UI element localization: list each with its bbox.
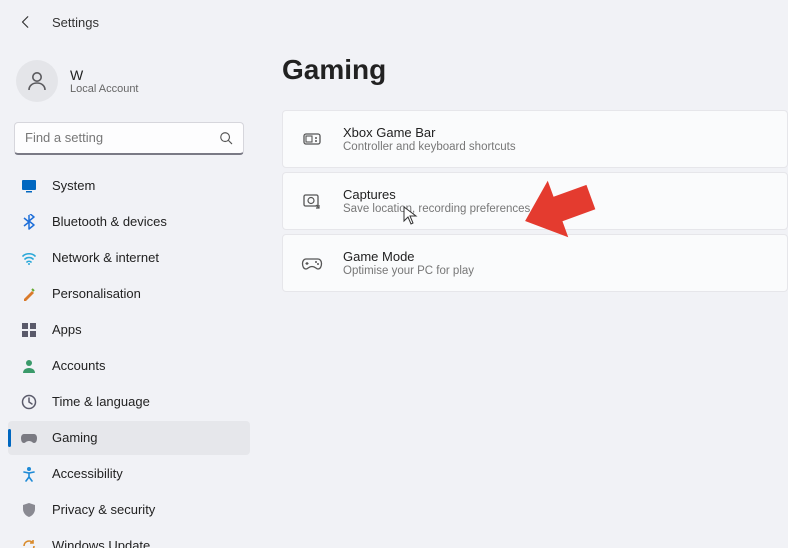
sidebar-item-personalisation[interactable]: Personalisation (8, 277, 250, 311)
settings-card-list: Xbox Game Bar Controller and keyboard sh… (282, 110, 788, 292)
shield-icon (20, 501, 38, 519)
sidebar-item-label: System (52, 178, 95, 193)
sidebar-item-label: Privacy & security (52, 502, 155, 517)
sidebar-item-label: Accessibility (52, 466, 123, 481)
sidebar-item-label: Apps (52, 322, 82, 337)
main-content: Gaming Xbox Game Bar Controller and keyb… (258, 44, 788, 548)
gaming-icon (20, 429, 38, 447)
card-title: Xbox Game Bar (343, 125, 516, 140)
sidebar-item-apps[interactable]: Apps (8, 313, 250, 347)
card-captures[interactable]: Captures Save location, recording prefer… (282, 172, 788, 230)
user-name: W (70, 67, 139, 83)
captures-icon (301, 190, 323, 212)
user-account-type: Local Account (70, 83, 139, 95)
xbox-game-bar-icon (301, 128, 323, 150)
sidebar-item-label: Personalisation (52, 286, 141, 301)
accounts-icon (20, 357, 38, 375)
game-mode-icon (301, 252, 323, 274)
sidebar-item-accessibility[interactable]: Accessibility (8, 457, 250, 491)
sidebar: W Local Account System Bluetooth & devic… (0, 44, 258, 548)
sidebar-item-bluetooth[interactable]: Bluetooth & devices (8, 205, 250, 239)
sidebar-item-gaming[interactable]: Gaming (8, 421, 250, 455)
search-box[interactable] (14, 122, 244, 155)
sidebar-item-accounts[interactable]: Accounts (8, 349, 250, 383)
avatar (16, 60, 58, 102)
sidebar-item-label: Bluetooth & devices (52, 214, 167, 229)
card-game-mode[interactable]: Game Mode Optimise your PC for play (282, 234, 788, 292)
sidebar-item-windows-update[interactable]: Windows Update (8, 529, 250, 548)
card-sub: Save location, recording preferences (343, 203, 530, 215)
accessibility-icon (20, 465, 38, 483)
card-sub: Optimise your PC for play (343, 265, 474, 277)
sidebar-item-label: Time & language (52, 394, 150, 409)
search-input[interactable] (25, 130, 219, 145)
bluetooth-icon (20, 213, 38, 231)
clock-icon (20, 393, 38, 411)
network-icon (20, 249, 38, 267)
sidebar-item-time-language[interactable]: Time & language (8, 385, 250, 419)
user-account-row[interactable]: W Local Account (8, 54, 250, 118)
page-title: Gaming (282, 54, 788, 86)
sidebar-item-system[interactable]: System (8, 169, 250, 203)
sidebar-item-label: Accounts (52, 358, 105, 373)
personalisation-icon (20, 285, 38, 303)
sidebar-item-privacy[interactable]: Privacy & security (8, 493, 250, 527)
system-icon (20, 177, 38, 195)
apps-icon (20, 321, 38, 339)
sidebar-item-network[interactable]: Network & internet (8, 241, 250, 275)
update-icon (20, 537, 38, 548)
window-title: Settings (52, 15, 99, 30)
person-icon (25, 69, 49, 93)
sidebar-nav: System Bluetooth & devices Network & int… (8, 169, 250, 548)
card-xbox-game-bar[interactable]: Xbox Game Bar Controller and keyboard sh… (282, 110, 788, 168)
arrow-left-icon (19, 15, 33, 29)
sidebar-item-label: Network & internet (52, 250, 159, 265)
sidebar-item-label: Gaming (52, 430, 98, 445)
sidebar-item-label: Windows Update (52, 538, 150, 548)
search-icon (219, 131, 233, 145)
card-title: Captures (343, 187, 530, 202)
back-button[interactable] (18, 14, 34, 30)
card-title: Game Mode (343, 249, 474, 264)
card-sub: Controller and keyboard shortcuts (343, 141, 516, 153)
